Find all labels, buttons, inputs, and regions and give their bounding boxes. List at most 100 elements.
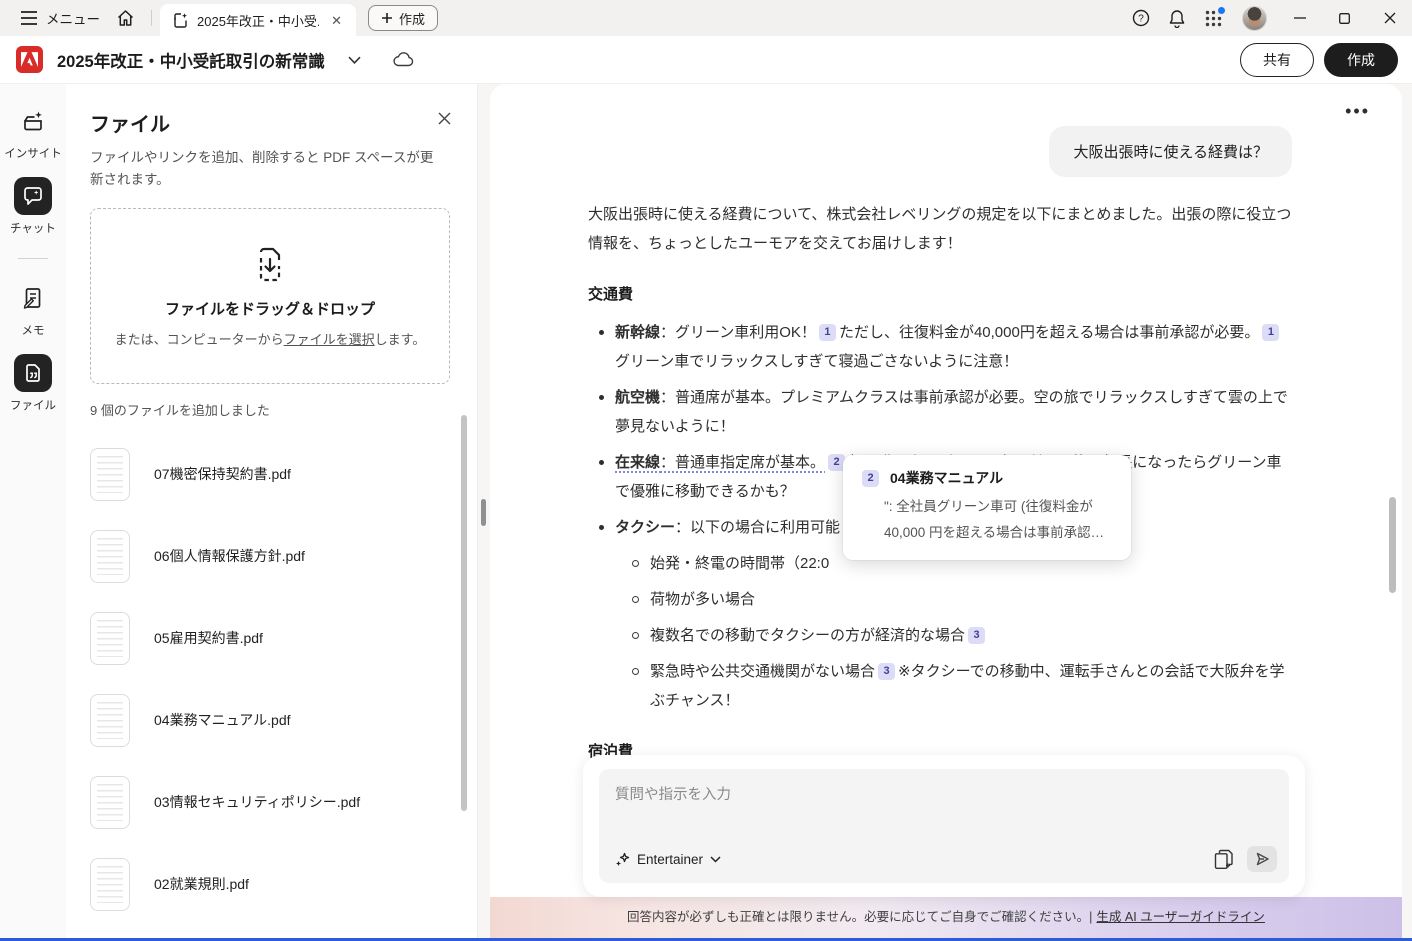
file-thumbnail bbox=[90, 448, 130, 501]
file-row[interactable]: 07機密保持契約書.pdf bbox=[90, 433, 477, 515]
share-button[interactable]: 共有 bbox=[1240, 43, 1314, 77]
files-panel-description: ファイルやリンクを追加、削除すると PDF スペースが更新されます。 bbox=[90, 147, 446, 190]
rail-label-memo: メモ bbox=[22, 322, 45, 338]
citation-badge[interactable]: 3 bbox=[968, 627, 985, 644]
rail-item-chat[interactable]: チャット bbox=[10, 177, 56, 236]
files-scrollbar[interactable] bbox=[461, 415, 467, 811]
plus-icon bbox=[381, 12, 393, 24]
file-row[interactable]: 04業務マニュアル.pdf bbox=[90, 679, 477, 761]
citation-badge[interactable]: 1 bbox=[819, 324, 836, 341]
chevron-down-icon bbox=[710, 856, 721, 863]
file-row[interactable]: 02就業規則.pdf bbox=[90, 843, 477, 925]
user-message-bubble: 大阪出張時に使える経費は？ bbox=[1049, 126, 1292, 177]
attach-content-button[interactable] bbox=[1212, 847, 1235, 872]
document-tab[interactable]: 2025年改正・中小受... ✕ bbox=[160, 4, 356, 36]
file-thumbnail bbox=[90, 694, 130, 747]
chat-scrollbar[interactable] bbox=[1389, 497, 1396, 593]
file-name: 06個人情報保護方針.pdf bbox=[154, 546, 305, 566]
more-options-icon[interactable]: ••• bbox=[1345, 102, 1370, 120]
files-icon bbox=[14, 354, 52, 392]
apps-grid-button[interactable] bbox=[1195, 3, 1232, 34]
chat-panel: ••• 大阪出張時に使える経費は？ 大阪出張時に使える経費について、株式会社レベ… bbox=[490, 84, 1402, 941]
new-tab-button[interactable]: 作成 bbox=[368, 5, 438, 31]
home-icon bbox=[117, 10, 134, 26]
rail-divider bbox=[18, 258, 48, 259]
files-panel-title: ファイル bbox=[90, 108, 170, 137]
acrobat-logo-icon bbox=[16, 46, 43, 73]
window-titlebar: メニュー 2025年改正・中小受... ✕ 作成 ? bbox=[0, 0, 1412, 36]
assistant-mode-label: Entertainer bbox=[637, 852, 703, 867]
bullet-item: 航空機：普通席が基本。プレミアムクラスは事前承認が必要。空の旅でリラックスしすぎ… bbox=[598, 383, 1292, 441]
chat-icon bbox=[14, 177, 52, 215]
files-added-count: 9 個のファイルを追加しました bbox=[90, 400, 477, 419]
menu-button[interactable]: メニュー bbox=[12, 2, 108, 34]
ai-response-intro: 大阪出張時に使える経費について、株式会社レベリングの規定を以下にまとめました。出… bbox=[588, 200, 1292, 258]
sub-bullet-item: 複数名での移動でタクシーの方が経済的な場合3 bbox=[632, 621, 1292, 650]
rail-item-memo[interactable]: メモ bbox=[14, 279, 52, 338]
sparkle-icon bbox=[615, 852, 630, 867]
file-row[interactable]: 05雇用契約書.pdf bbox=[90, 597, 477, 679]
cloud-icon bbox=[393, 52, 414, 67]
prompt-input[interactable]: 質問や指示を入力 Entertainer bbox=[599, 769, 1289, 883]
ai-disclaimer-bar: 回答内容が必ずしも正確とは限りません。必要に応じてご自身でご確認ください。|生成… bbox=[490, 897, 1402, 941]
dropzone-subtitle: または、コンピューターからファイルを選択します。 bbox=[115, 329, 426, 348]
hamburger-icon bbox=[20, 11, 38, 25]
copy-add-icon bbox=[1214, 849, 1233, 870]
window-maximize-button[interactable] bbox=[1322, 0, 1367, 36]
file-row[interactable]: 06個人情報保護方針.pdf bbox=[90, 515, 477, 597]
home-button[interactable] bbox=[108, 4, 143, 32]
file-name: 05雇用契約書.pdf bbox=[154, 628, 263, 648]
citation-badge[interactable]: 1 bbox=[1262, 324, 1279, 341]
file-thumbnail bbox=[90, 612, 130, 665]
cloud-save-button[interactable] bbox=[384, 46, 423, 73]
content-region: インサイト チャット メモ ファイル ファイル bbox=[0, 84, 1412, 941]
rail-label-chat: チャット bbox=[10, 220, 56, 236]
bell-icon bbox=[1168, 9, 1186, 28]
pdf-space-tab-icon bbox=[172, 12, 189, 29]
tab-title: 2025年改正・中小受... bbox=[197, 11, 319, 30]
new-tab-label: 作成 bbox=[399, 9, 425, 28]
citation-source-title[interactable]: 04業務マニュアル bbox=[890, 468, 1003, 488]
rail-item-insights[interactable]: インサイト bbox=[4, 102, 62, 161]
file-thumbnail bbox=[90, 858, 130, 911]
citation-tooltip: 2 04業務マニュアル ": 全社員グリーン車可 (往復料金が 40,000 円… bbox=[843, 455, 1131, 560]
select-file-link[interactable]: ファイルを選択 bbox=[284, 332, 375, 347]
file-thumbnail bbox=[90, 530, 130, 583]
tab-close-icon[interactable]: ✕ bbox=[327, 12, 346, 29]
window-minimize-button[interactable] bbox=[1277, 0, 1322, 36]
send-button[interactable] bbox=[1247, 846, 1277, 872]
file-name: 02就業規則.pdf bbox=[154, 874, 249, 894]
file-drop-icon bbox=[247, 244, 293, 288]
rail-label-files: ファイル bbox=[10, 397, 56, 413]
create-button[interactable]: 作成 bbox=[1324, 43, 1398, 77]
dropzone-title: ファイルをドラッグ＆ドロップ bbox=[165, 298, 375, 319]
user-avatar[interactable] bbox=[1242, 6, 1267, 31]
menu-label: メニュー bbox=[46, 8, 100, 28]
app-toolbar: 2025年改正・中小受託取引の新常識 共有 作成 bbox=[0, 36, 1412, 84]
bullet-item: 新幹線：グリーン車利用OK！1ただし、往復料金が40,000円を超える場合は事前… bbox=[598, 318, 1292, 376]
assistant-mode-selector[interactable]: Entertainer bbox=[615, 852, 721, 867]
panel-resize-handle[interactable] bbox=[481, 499, 486, 526]
ai-guidelines-link[interactable]: 生成 AI ユーザーガイドライン bbox=[1096, 910, 1265, 924]
file-name: 03情報セキュリティポリシー.pdf bbox=[154, 792, 360, 812]
disclaimer-text: 回答内容が必ずしも正確とは限りません。必要に応じてご自身でご確認ください。|生成… bbox=[627, 906, 1265, 925]
files-panel-close-icon[interactable] bbox=[434, 108, 455, 129]
sub-bullet-item: 荷物が多い場合 bbox=[632, 585, 1292, 614]
sub-bullet-list: 始発・終電の時間帯（22:0荷物が多い場合複数名での移動でタクシーの方が経済的な… bbox=[598, 549, 1292, 715]
file-row[interactable]: 03情報セキュリティポリシー.pdf bbox=[90, 761, 477, 843]
files-panel: ファイル ファイルやリンクを追加、削除すると PDF スペースが更新されます。 … bbox=[66, 84, 478, 941]
help-icon: ? bbox=[1132, 9, 1150, 27]
close-icon bbox=[1384, 12, 1396, 24]
rail-item-files[interactable]: ファイル bbox=[10, 354, 56, 413]
notifications-button[interactable] bbox=[1159, 3, 1195, 34]
file-list: 07機密保持契約書.pdf 06個人情報保護方針.pdf 05雇用契約書.pdf 04… bbox=[90, 433, 477, 941]
file-dropzone[interactable]: ファイルをドラッグ＆ドロップ または、コンピューターからファイルを選択します。 bbox=[90, 208, 450, 384]
maximize-icon bbox=[1339, 13, 1350, 24]
citation-badge[interactable]: 3 bbox=[878, 663, 895, 680]
prompt-placeholder: 質問や指示を入力 bbox=[615, 783, 731, 804]
minimize-icon bbox=[1294, 17, 1306, 19]
help-button[interactable]: ? bbox=[1123, 3, 1159, 33]
file-name: 04業務マニュアル.pdf bbox=[154, 710, 291, 730]
title-dropdown-button[interactable] bbox=[339, 50, 370, 70]
window-close-button[interactable] bbox=[1367, 0, 1412, 36]
